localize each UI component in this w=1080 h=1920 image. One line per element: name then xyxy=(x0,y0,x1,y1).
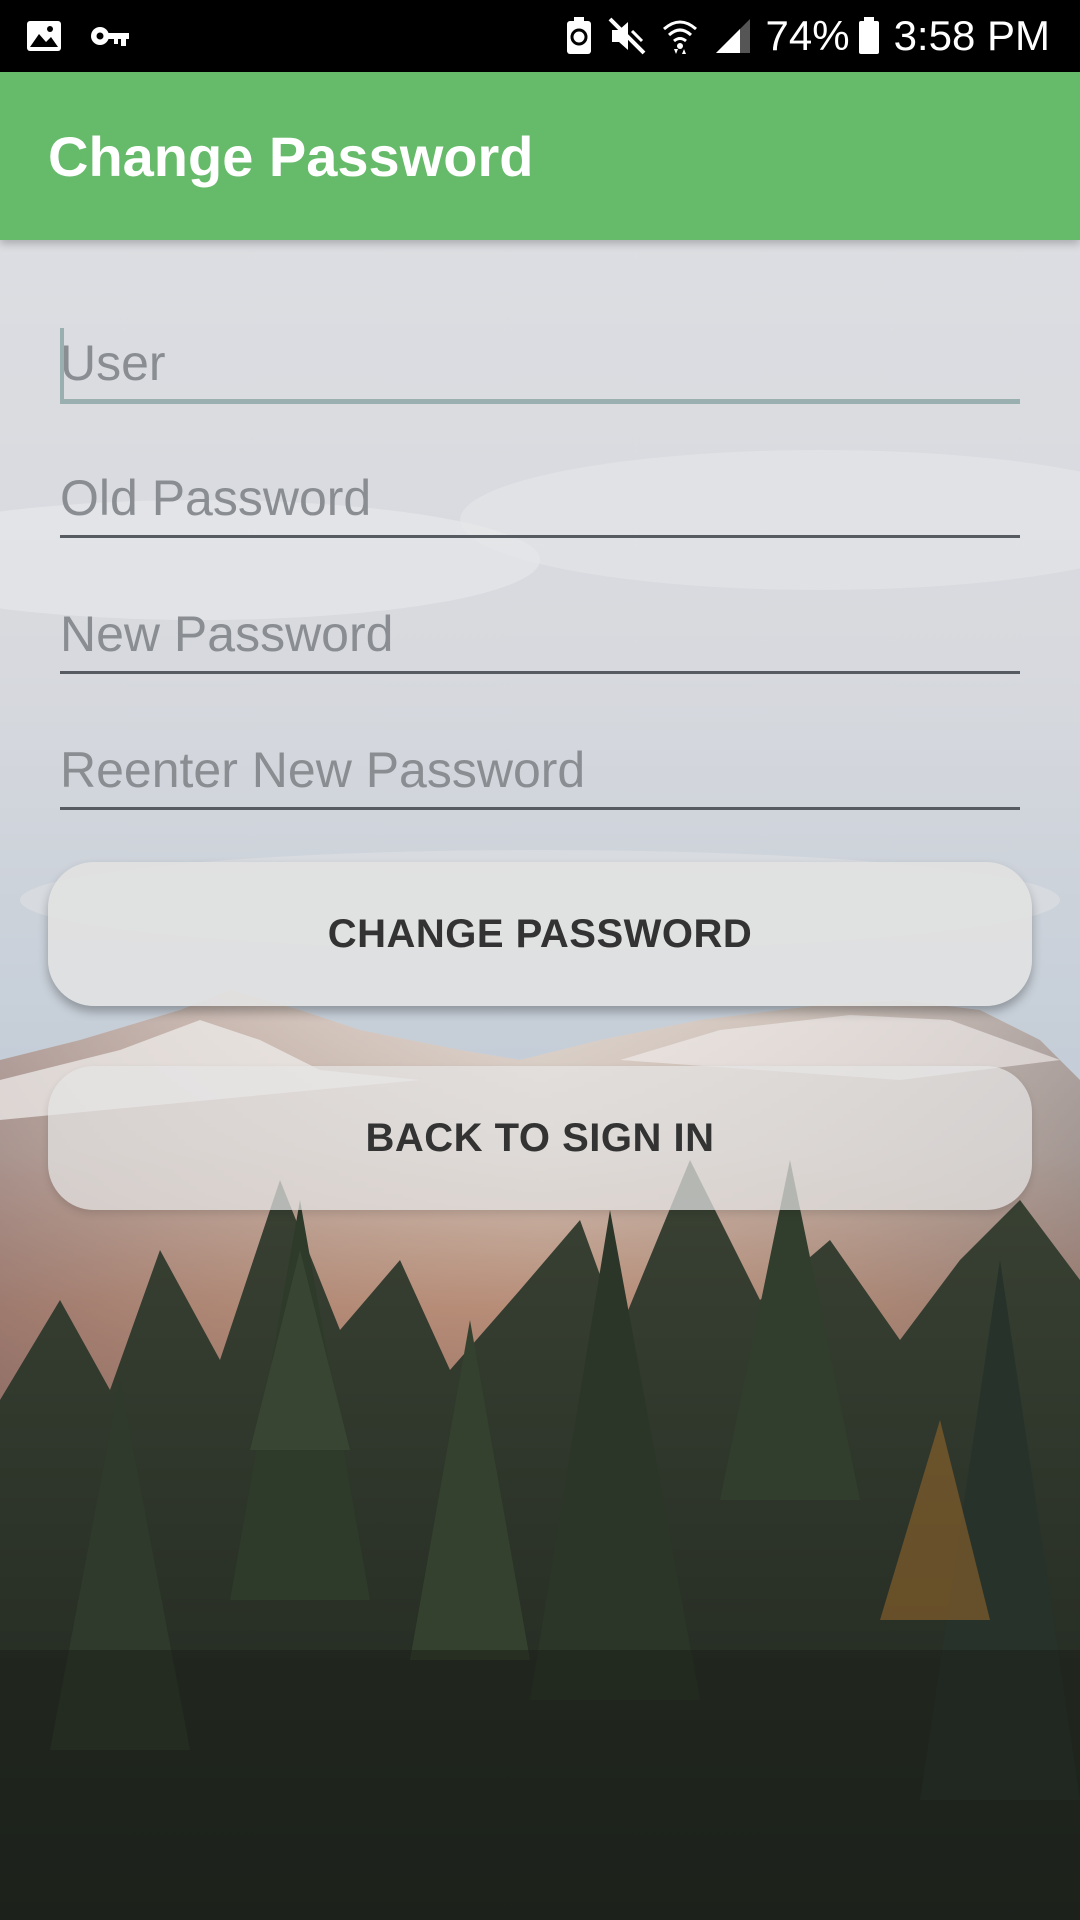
reenter-password-input[interactable] xyxy=(60,714,1020,810)
app-bar: Change Password xyxy=(0,72,1080,240)
mute-icon xyxy=(608,17,646,55)
battery-percent: 74% xyxy=(765,12,850,59)
text-cursor xyxy=(60,328,64,400)
battery-saver-icon xyxy=(566,17,592,55)
image-icon xyxy=(26,20,62,52)
user-input[interactable] xyxy=(60,308,1020,404)
status-bar: 74% 3:58 PM xyxy=(0,0,1080,72)
status-right-icons: 74% 3:58 PM xyxy=(550,12,1050,60)
status-time: 3:58 PM xyxy=(893,12,1050,59)
wifi-icon xyxy=(662,17,698,55)
back-to-sign-in-button[interactable]: BACK TO SIGN IN xyxy=(48,1066,1032,1210)
user-field[interactable] xyxy=(60,308,1020,404)
new-password-field[interactable] xyxy=(60,578,1020,674)
old-password-field[interactable] xyxy=(60,442,1020,538)
key-icon xyxy=(90,24,130,48)
signal-icon xyxy=(714,18,752,54)
old-password-input[interactable] xyxy=(60,442,1020,538)
status-left-icons xyxy=(26,20,158,52)
change-password-button[interactable]: CHANGE PASSWORD xyxy=(48,862,1032,1006)
battery-icon xyxy=(858,17,880,55)
reenter-password-field[interactable] xyxy=(60,714,1020,810)
page-title: Change Password xyxy=(48,124,534,188)
new-password-input[interactable] xyxy=(60,578,1020,674)
